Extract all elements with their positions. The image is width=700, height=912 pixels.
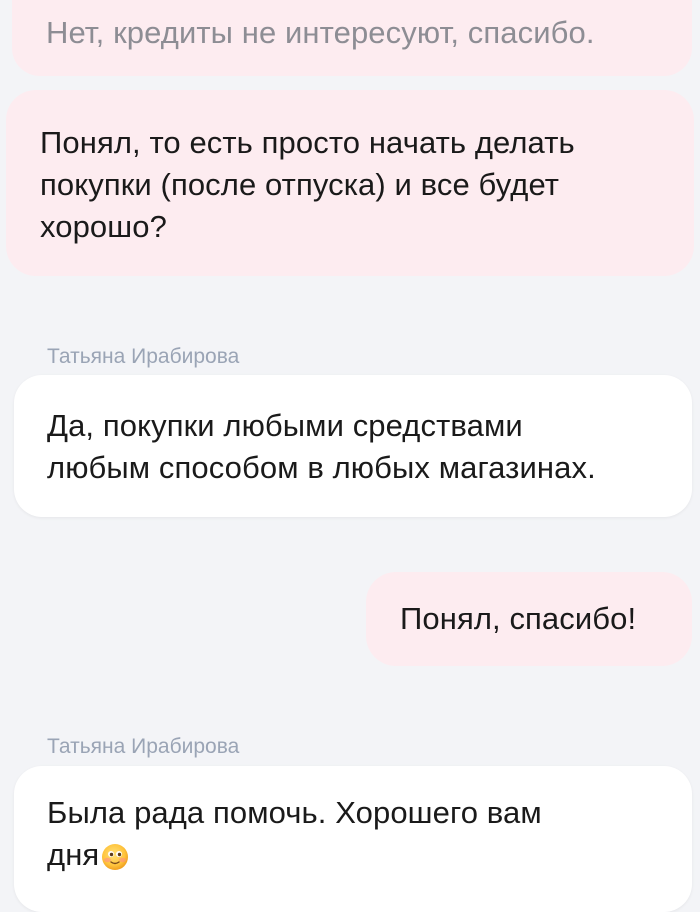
message-text-last-line: дня	[47, 834, 692, 876]
message-text: любым способом в любых магазинах.	[47, 450, 596, 485]
incoming-message[interactable]: Была рада помочь. Хорошего вам дня	[14, 766, 692, 912]
sender-name: Татьяна Ирабирова	[47, 735, 240, 758]
message-text: Да, покупки любыми средствами	[47, 408, 523, 443]
message-text: Понял, спасибо!	[400, 601, 637, 636]
message-text: покупки (после отпуска) и все будет	[40, 167, 560, 202]
message-text: дня	[47, 837, 100, 872]
sender-name: Татьяна Ирабирова	[47, 345, 240, 368]
smiling-face-emoji-icon	[102, 844, 129, 870]
message-text: хорошо?	[40, 209, 167, 244]
outgoing-message[interactable]: Понял, то есть просто начать делать поку…	[6, 90, 694, 276]
outgoing-message[interactable]: Понял, спасибо!	[366, 572, 692, 666]
message-text: Была рада помочь. Хорошего вам	[47, 795, 542, 830]
incoming-message[interactable]: Да, покупки любыми средствами любым спос…	[14, 375, 692, 517]
outgoing-message[interactable]: Нет, кредиты не интересуют, спасибо.	[12, 0, 692, 76]
message-text: Понял, то есть просто начать делать	[40, 125, 575, 160]
message-text: Нет, кредиты не интересуют, спасибо.	[46, 15, 595, 50]
